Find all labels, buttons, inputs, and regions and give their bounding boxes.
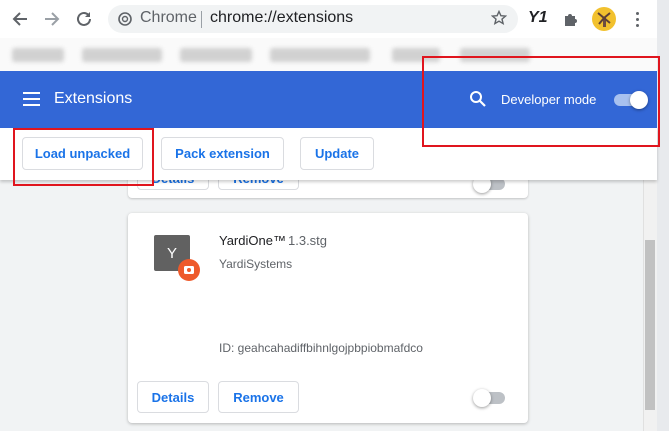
reload-icon <box>77 11 91 26</box>
bookmark-star-icon[interactable] <box>490 9 508 31</box>
extension-name: YardiOne™ <box>219 233 286 248</box>
forward-arrow-icon <box>45 12 60 26</box>
extension-version: 1.3.stg <box>288 233 328 248</box>
extension-id: ID: geahcahadiffbihnlgojpbpiobmafdco <box>219 341 423 355</box>
hamburger-menu-icon[interactable] <box>23 92 40 106</box>
profile-avatar[interactable] <box>592 7 616 31</box>
forward-button[interactable] <box>40 7 64 31</box>
details-button[interactable]: Details <box>137 381 209 413</box>
browser-menu-icon[interactable] <box>626 8 648 30</box>
page-title: Extensions <box>54 90 133 107</box>
bookmark-item[interactable] <box>82 48 162 62</box>
chrome-logo-icon <box>118 12 132 31</box>
record-badge-icon <box>178 259 200 281</box>
remove-button[interactable]: Remove <box>218 381 299 413</box>
bookmark-item[interactable] <box>270 48 370 62</box>
bookmark-item[interactable] <box>180 48 252 62</box>
extension-enable-toggle[interactable] <box>473 389 507 407</box>
omnibox-app-name: Chrome <box>140 9 197 26</box>
puzzle-icon[interactable] <box>562 10 580 33</box>
bookmark-item[interactable] <box>12 48 64 62</box>
developer-mode-highlight <box>422 56 660 147</box>
toggle-knob <box>473 389 491 407</box>
update-button[interactable]: Update <box>300 137 374 170</box>
back-button[interactable] <box>8 7 32 31</box>
windmill-avatar-icon <box>597 12 611 27</box>
back-arrow-icon <box>12 12 27 26</box>
yardi-extension-button[interactable]: Y1 <box>528 9 548 27</box>
pack-extension-button[interactable]: Pack extension <box>161 137 284 170</box>
extension-publisher: YardiSystems <box>219 257 293 271</box>
omnibox-separator <box>201 11 202 28</box>
scrollbar-thumb[interactable] <box>645 240 655 410</box>
reload-button[interactable] <box>72 7 96 31</box>
load-unpacked-highlight <box>13 128 154 186</box>
omnibox-url[interactable]: chrome://extensions <box>210 9 353 27</box>
